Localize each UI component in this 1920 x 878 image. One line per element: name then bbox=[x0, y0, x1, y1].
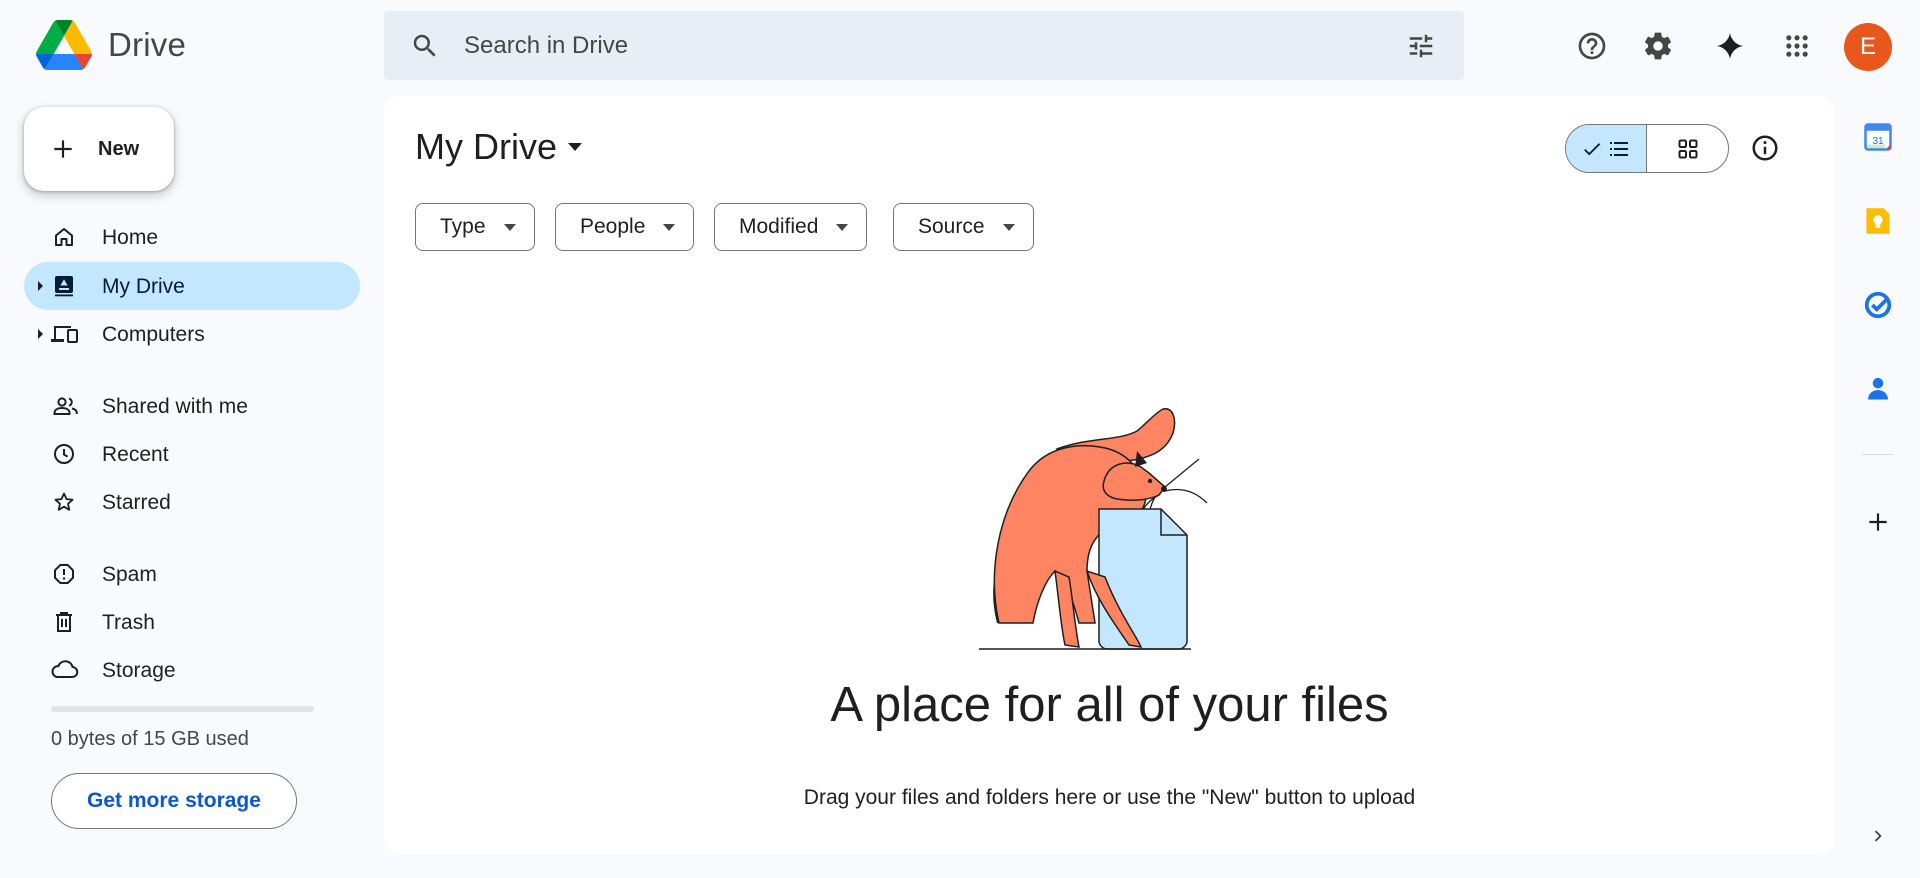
my-drive-icon bbox=[55, 276, 73, 297]
get-add-ons-button[interactable] bbox=[1862, 506, 1894, 538]
storage-usage-text: 0 bytes of 15 GB used bbox=[51, 728, 249, 750]
shared-icon bbox=[53, 397, 78, 415]
gear-icon bbox=[1645, 32, 1671, 60]
new-button[interactable]: New bbox=[24, 107, 174, 191]
calendar-icon: 31 bbox=[1864, 123, 1892, 151]
home-icon bbox=[55, 228, 73, 246]
grid-icon bbox=[1678, 139, 1697, 158]
side-panel-divider bbox=[1862, 454, 1894, 455]
plus-icon bbox=[54, 140, 72, 158]
chevron-right-icon bbox=[1874, 830, 1882, 842]
chevron-down-icon bbox=[663, 223, 676, 231]
storage-usage-bar bbox=[51, 706, 314, 712]
sidebar-item-computers[interactable]: Computers bbox=[24, 310, 360, 358]
search-icon[interactable] bbox=[410, 31, 440, 61]
chevron-down-icon bbox=[1002, 223, 1015, 231]
svg-text:31: 31 bbox=[1872, 136, 1884, 147]
empty-state-illustration bbox=[979, 408, 1208, 650]
new-button-label: New bbox=[98, 137, 140, 160]
trash-icon bbox=[56, 612, 72, 632]
sidebar-item-label: Shared with me bbox=[102, 395, 248, 418]
sidebar-item-label: Home bbox=[102, 226, 159, 249]
keep-app-button[interactable] bbox=[1862, 205, 1894, 237]
page-title-text: My Drive bbox=[415, 126, 557, 167]
sidebar-item-my-drive[interactable]: My Drive bbox=[24, 262, 360, 310]
tasks-app-button[interactable] bbox=[1862, 289, 1894, 321]
calendar-app-button[interactable]: 31 bbox=[1862, 121, 1894, 153]
search-bar[interactable] bbox=[384, 11, 1464, 80]
settings-button[interactable] bbox=[1634, 22, 1682, 70]
avatar[interactable]: E bbox=[1844, 23, 1892, 71]
contacts-icon bbox=[1868, 377, 1888, 400]
empty-state-subtitle: Drag your files and folders here or use … bbox=[803, 786, 1416, 809]
sidebar-item-label: Spam bbox=[102, 563, 157, 586]
list-view-button[interactable] bbox=[1566, 125, 1647, 172]
sidebar-item-shared-with-me[interactable]: Shared with me bbox=[24, 382, 360, 430]
gemini-button[interactable] bbox=[1706, 22, 1754, 70]
view-toggle[interactable] bbox=[1565, 124, 1729, 173]
cloud-icon bbox=[51, 660, 79, 678]
filter-type-chip[interactable]: Type bbox=[415, 203, 535, 251]
sidebar-item-trash[interactable]: Trash bbox=[24, 598, 360, 646]
empty-state-title: A place for all of your files bbox=[830, 678, 1389, 732]
tasks-icon bbox=[1864, 291, 1892, 319]
apps-grid-icon bbox=[1786, 35, 1808, 57]
sidebar-item-label: Computers bbox=[102, 323, 205, 346]
filter-label: Modified bbox=[739, 215, 819, 238]
sidebar-item-spam[interactable]: Spam bbox=[24, 550, 360, 598]
filter-modified-chip[interactable]: Modified bbox=[714, 203, 868, 251]
chevron-down-icon bbox=[568, 143, 582, 151]
sparkle-icon bbox=[1716, 32, 1744, 60]
sidebar-item-recent[interactable]: Recent bbox=[24, 430, 360, 478]
list-icon bbox=[1610, 141, 1628, 156]
search-options-icon[interactable] bbox=[1406, 31, 1436, 61]
sidebar-item-storage[interactable]: Storage bbox=[24, 646, 360, 694]
apps-button[interactable] bbox=[1773, 22, 1821, 70]
sidebar-item-home[interactable]: Home bbox=[24, 213, 360, 261]
sidebar-item-label: Storage bbox=[102, 659, 176, 682]
sidebar-item-label: Recent bbox=[102, 443, 169, 466]
chevron-down-icon bbox=[503, 223, 516, 231]
filter-people-chip[interactable]: People bbox=[555, 203, 695, 251]
sidebar-item-starred[interactable]: Starred bbox=[24, 478, 360, 526]
help-icon bbox=[1578, 32, 1606, 60]
filter-label: Source bbox=[918, 215, 985, 238]
star-icon bbox=[54, 492, 74, 511]
clock-icon bbox=[54, 444, 74, 464]
page-title[interactable]: My Drive bbox=[415, 126, 583, 168]
filter-label: Type bbox=[440, 215, 486, 238]
app-title: Drive bbox=[108, 26, 187, 63]
grid-view-button[interactable] bbox=[1647, 125, 1728, 172]
sidebar-item-label: Trash bbox=[102, 611, 155, 634]
main-content: My Drive Type People Modified Source A p… bbox=[384, 96, 1835, 854]
filter-label: People bbox=[580, 215, 646, 238]
help-button[interactable] bbox=[1568, 22, 1616, 70]
get-more-storage-button[interactable]: Get more storage bbox=[51, 773, 297, 829]
spam-icon bbox=[54, 564, 74, 584]
keep-icon bbox=[1866, 208, 1890, 234]
chevron-down-icon bbox=[836, 223, 849, 231]
check-icon bbox=[1584, 142, 1601, 155]
drive-logo[interactable]: Drive bbox=[36, 20, 186, 70]
drive-logo-icon bbox=[36, 20, 92, 70]
sidebar-item-label: My Drive bbox=[102, 275, 185, 298]
plus-icon bbox=[1869, 513, 1887, 531]
filter-source-chip[interactable]: Source bbox=[893, 203, 1034, 251]
search-input[interactable] bbox=[464, 11, 1406, 80]
info-icon bbox=[1752, 135, 1778, 161]
show-side-panel-button[interactable] bbox=[1862, 820, 1894, 852]
expand-caret-icon[interactable] bbox=[36, 329, 44, 339]
details-button[interactable] bbox=[1741, 124, 1789, 172]
contacts-app-button[interactable] bbox=[1862, 373, 1894, 405]
computers-icon bbox=[51, 326, 78, 343]
expand-caret-icon[interactable] bbox=[36, 281, 44, 291]
sidebar-item-label: Starred bbox=[102, 491, 171, 514]
